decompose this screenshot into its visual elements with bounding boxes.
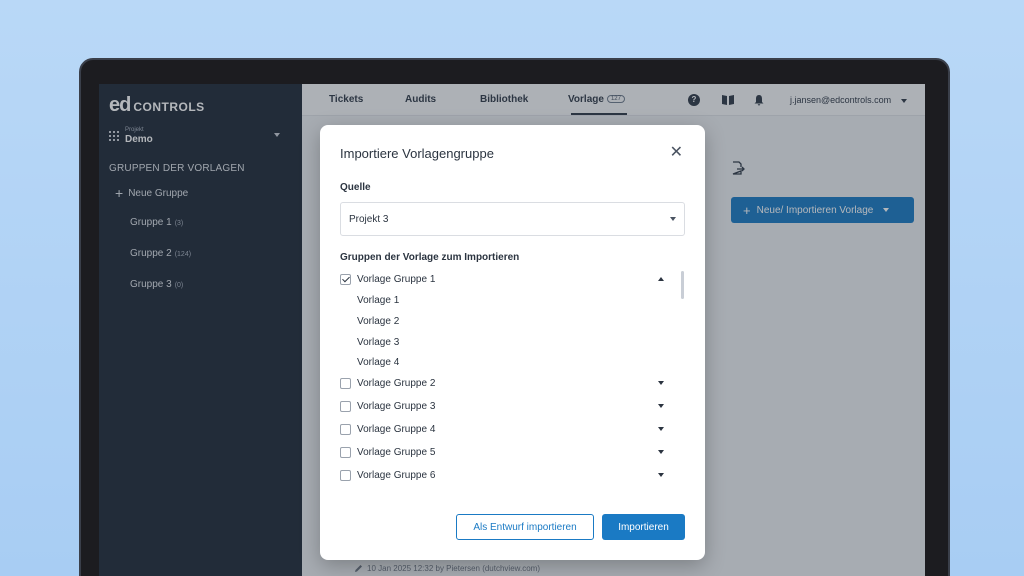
list-item[interactable]: Vorlage Gruppe 3: [340, 396, 670, 416]
import-button[interactable]: Importieren: [602, 514, 685, 540]
checkbox[interactable]: [340, 423, 351, 435]
chevron-up-icon[interactable]: [658, 277, 664, 281]
chevron-down-icon[interactable]: [658, 450, 664, 454]
chevron-down-icon: [670, 217, 676, 221]
source-label: Quelle: [340, 182, 371, 193]
checkbox[interactable]: [340, 400, 351, 412]
template-item: Vorlage 1: [357, 295, 400, 306]
template-item: Vorlage 2: [357, 316, 400, 327]
close-icon[interactable]: ✕: [670, 145, 683, 161]
groups-to-import-label: Gruppen der Vorlage zum Importieren: [340, 252, 520, 263]
chevron-down-icon[interactable]: [658, 473, 664, 477]
list-item[interactable]: Vorlage Gruppe 6: [340, 465, 670, 485]
group-label: Vorlage Gruppe 5: [357, 446, 436, 458]
list-item[interactable]: Vorlage Gruppe 4: [340, 419, 670, 439]
checkbox-checked[interactable]: [340, 273, 351, 285]
template-item: Vorlage 3: [357, 337, 400, 348]
chevron-down-icon[interactable]: [658, 381, 664, 385]
import-as-draft-button[interactable]: Als Entwurf importieren: [456, 514, 594, 540]
group-label: Vorlage Gruppe 2: [357, 377, 436, 389]
list-scrollbar[interactable]: [681, 271, 684, 299]
template-item: Vorlage 4: [357, 357, 400, 368]
chevron-down-icon[interactable]: [658, 427, 664, 431]
app-screen: ed CONTROLS Projekt Demo GRUPPEN DER VOR…: [99, 84, 925, 576]
list-item[interactable]: Vorlage Gruppe 5: [340, 442, 670, 462]
source-select[interactable]: Projekt 3: [340, 202, 685, 236]
chevron-down-icon[interactable]: [658, 404, 664, 408]
import-template-group-dialog: Importiere Vorlagengruppe ✕ Quelle Proje…: [320, 125, 705, 560]
group-label: Vorlage Gruppe 4: [357, 423, 436, 435]
checkbox[interactable]: [340, 469, 351, 481]
checkbox[interactable]: [340, 377, 351, 389]
template-group-list: Vorlage Gruppe 1 Vorlage 1 Vorlage 2 Vor…: [340, 269, 685, 484]
dialog-title: Importiere Vorlagengruppe: [340, 146, 494, 161]
group-label: Vorlage Gruppe 3: [357, 400, 436, 412]
group-label: Vorlage Gruppe 6: [357, 469, 436, 481]
list-item[interactable]: Vorlage Gruppe 2: [340, 373, 670, 393]
list-item[interactable]: Vorlage Gruppe 1: [340, 269, 670, 289]
source-select-value: Projekt 3: [349, 213, 389, 225]
group-label: Vorlage Gruppe 1: [357, 273, 436, 285]
checkbox[interactable]: [340, 446, 351, 458]
